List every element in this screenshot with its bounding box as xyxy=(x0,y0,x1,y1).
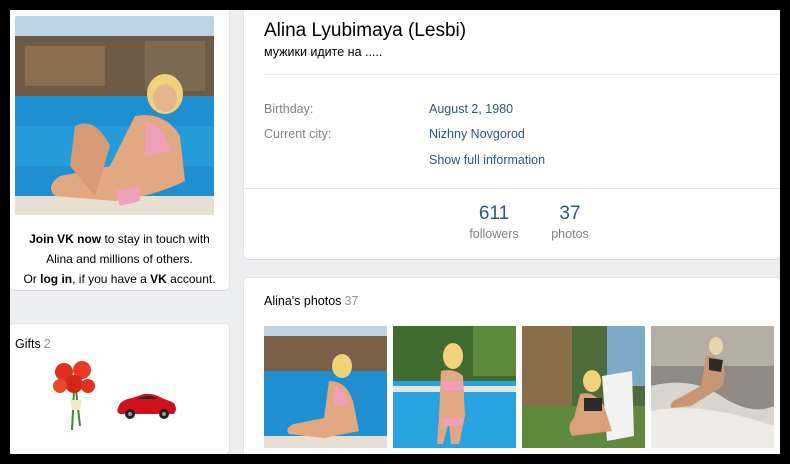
profile-info-card: Alina Lyubimaya (Lesbi) мужики идите на … xyxy=(244,10,780,259)
login-link[interactable]: log in xyxy=(40,272,72,286)
photos-counter[interactable]: 37 photos xyxy=(535,203,605,243)
join-line3-or: Or xyxy=(23,272,41,286)
join-line3-mid: , if you have a xyxy=(72,272,151,286)
avatar-card: Join VK now to stay in touch with Alina … xyxy=(10,10,229,290)
profile-name: Alina Lyubimaya (Lesbi) xyxy=(264,20,467,41)
followers-counter[interactable]: 611 followers xyxy=(459,203,529,243)
divider xyxy=(264,74,780,75)
profile-status: мужики идите на ..... xyxy=(264,45,383,59)
birthday-label: Birthday: xyxy=(264,102,314,116)
show-full-info-link[interactable]: Show full information xyxy=(429,153,545,167)
divider xyxy=(244,188,780,189)
photo-thumb[interactable] xyxy=(651,326,774,448)
gift-car-icon[interactable] xyxy=(114,388,178,420)
photo-thumb[interactable] xyxy=(393,326,516,448)
vk-label: VK xyxy=(150,272,167,286)
photos-card: Alina's photos 37 xyxy=(244,278,780,454)
photos-count-label: photos xyxy=(551,227,589,241)
join-prompt: Join VK now to stay in touch with Alina … xyxy=(10,229,229,289)
gifts-header[interactable]: Gifts 2 xyxy=(15,337,51,351)
join-line3-end: account. xyxy=(166,272,216,286)
gifts-title: Gifts xyxy=(15,337,41,351)
city-value[interactable]: Nizhny Novgorod xyxy=(429,127,525,141)
photo-thumb[interactable] xyxy=(522,326,645,448)
followers-label: followers xyxy=(469,227,519,241)
gifts-count: 2 xyxy=(43,337,51,351)
gifts-card: Gifts 2 xyxy=(10,324,229,454)
profile-photo[interactable] xyxy=(15,16,214,215)
page: Join VK now to stay in touch with Alina … xyxy=(10,10,780,454)
join-line2: Alina and millions of others. xyxy=(46,252,193,266)
followers-count: 611 xyxy=(478,203,510,224)
birthday-value[interactable]: August 2, 1980 xyxy=(429,102,513,116)
city-label: Current city: xyxy=(264,127,332,141)
photo-thumb[interactable] xyxy=(264,326,387,448)
photos-count: 37 xyxy=(344,294,359,308)
photos-header[interactable]: Alina's photos 37 xyxy=(264,294,358,308)
join-vk-link[interactable]: Join VK now xyxy=(29,232,101,246)
photos-count-number: 37 xyxy=(559,203,581,224)
photos-title: Alina's photos xyxy=(264,294,342,308)
join-line1-text: to stay in touch with xyxy=(101,232,210,246)
gift-flowers-icon[interactable] xyxy=(52,360,98,432)
